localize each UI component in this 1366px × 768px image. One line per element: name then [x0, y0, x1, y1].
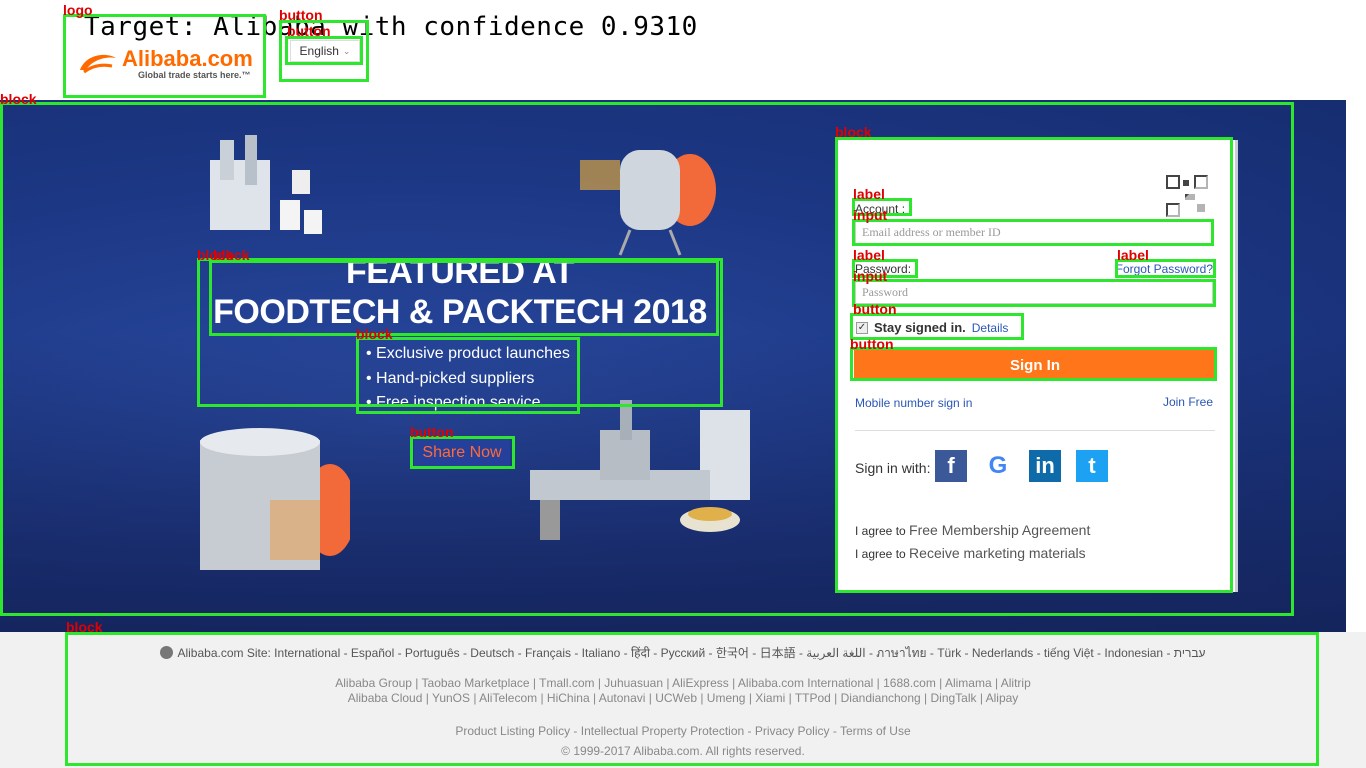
password-label: Password: [855, 262, 912, 276]
site-language-links[interactable]: Alibaba.com Site: International - Españo… [177, 646, 1205, 660]
logo-tagline: Global trade starts here.™ [138, 70, 251, 80]
policy-links[interactable]: Product Listing Policy - Intellectual Pr… [0, 724, 1366, 738]
share-now-button[interactable]: Share Now [414, 438, 510, 468]
stay-signed-in[interactable]: ✓ Stay signed in. Details [856, 320, 1008, 335]
stay-signed-in-label: Stay signed in. [874, 320, 966, 335]
ice-cream-machine-image [200, 428, 350, 570]
hero-bullet: Free inspection service [366, 391, 570, 416]
group-links-line1[interactable]: Alibaba Group | Taobao Marketplace | Tma… [0, 676, 1366, 690]
hero-title: FEATURED AT FOODTECH & PACKTECH 2018 [200, 252, 720, 332]
join-free-link[interactable]: Join Free [1163, 395, 1213, 409]
login-panel: Account : Email address or member ID Pas… [838, 140, 1238, 592]
forgot-password-link[interactable]: Forgot Password? [1116, 262, 1213, 276]
footer: Alibaba.com Site: International - Españo… [0, 632, 1366, 768]
hero-bullet: Exclusive product launches [366, 342, 570, 367]
globe-icon [160, 646, 174, 659]
group-links-line2[interactable]: Alibaba Cloud | YunOS | AliTelecom | HiC… [0, 691, 1366, 705]
google-icon[interactable]: G [982, 450, 1014, 482]
detection-caption: Target: Alibaba with confidence 0.9310 [84, 12, 698, 42]
hero-bullet-list: Exclusive product launches Hand-picked s… [366, 342, 570, 416]
marketing-agreement: I agree to Receive marketing materials [855, 545, 1086, 561]
hero-title-line2: FOODTECH & PACKTECH 2018 [213, 293, 707, 331]
header: Alibaba.com Global trade starts here.™ E… [0, 0, 1366, 100]
language-label: English [299, 44, 339, 58]
sign-in-with-label: Sign in with: [855, 460, 931, 476]
brewing-tank-image [580, 150, 716, 256]
account-label: Account : [855, 202, 906, 216]
membership-agreement: I agree to Free Membership Agreement [855, 522, 1090, 538]
mobile-sign-in-link[interactable]: Mobile number sign in [855, 396, 972, 410]
sign-in-button[interactable]: Sign In [854, 350, 1216, 380]
account-input[interactable]: Email address or member ID [855, 220, 1213, 244]
site-language-line: Alibaba.com Site: International - Españo… [0, 644, 1366, 663]
password-input[interactable]: Password [855, 280, 1213, 304]
details-link[interactable]: Details [972, 321, 1009, 335]
chevron-down-icon: ⌄ [342, 45, 351, 56]
agree-prefix: I agree to [855, 524, 906, 538]
hero-title-line1: FEATURED AT [345, 253, 575, 291]
twitter-icon[interactable]: t [1076, 450, 1108, 482]
alibaba-logo-icon [80, 54, 116, 74]
divider [855, 430, 1215, 431]
marketing-materials-link[interactable]: Receive marketing materials [909, 545, 1086, 561]
agree-prefix: I agree to [855, 547, 906, 561]
language-selector[interactable]: English ⌄ [290, 40, 360, 62]
linkedin-icon[interactable]: in [1029, 450, 1061, 482]
qr-code-icon[interactable] [1165, 174, 1209, 218]
membership-agreement-link[interactable]: Free Membership Agreement [909, 522, 1090, 538]
checkbox-icon[interactable]: ✓ [856, 321, 868, 334]
facebook-icon[interactable]: f [935, 450, 967, 482]
extruder-machine-image [530, 400, 750, 540]
logo-wordmark: Alibaba.com [122, 46, 253, 71]
hero-bullet: Hand-picked suppliers [366, 367, 570, 392]
filling-machine-image [210, 135, 322, 234]
copyright: © 1999-2017 Alibaba.com. All rights rese… [561, 744, 805, 758]
alibaba-logo[interactable]: Alibaba.com Global trade starts here.™ [72, 44, 258, 84]
